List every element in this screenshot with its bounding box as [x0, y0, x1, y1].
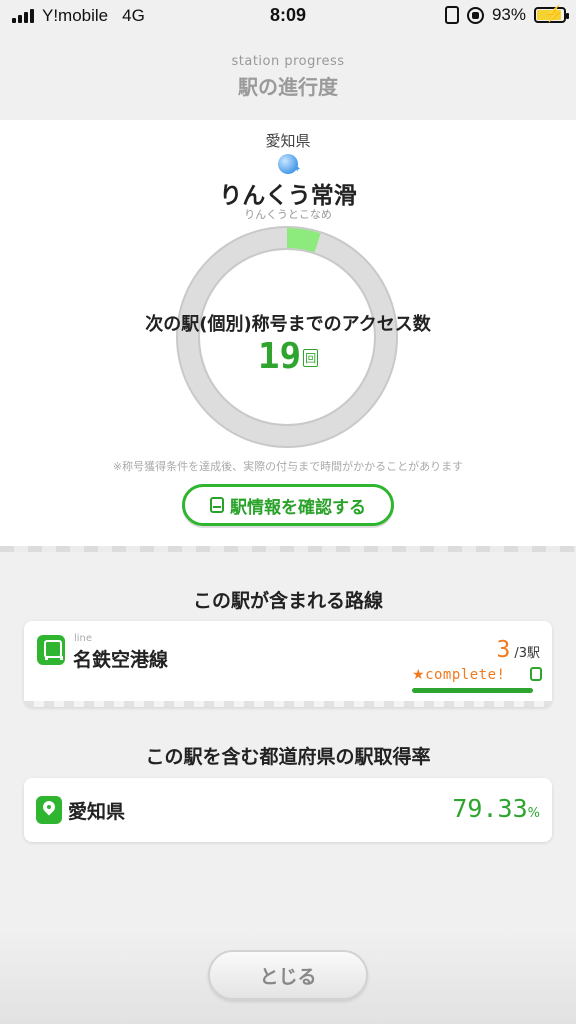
- portrait-lock-icon: [444, 6, 459, 24]
- star-icon: ★: [412, 667, 426, 683]
- station-name: りんくう常滑: [219, 183, 357, 209]
- station-prefecture: 愛知県: [265, 132, 311, 150]
- train-badge-icon: [530, 667, 542, 681]
- progress-remaining: 19: [257, 336, 302, 377]
- prefecture-rate-unit: %: [527, 806, 540, 821]
- page-header: station progress 駅の進行度: [0, 32, 576, 120]
- line-complete-text: ★complete!: [412, 667, 505, 683]
- footer: とじる: [0, 930, 576, 1024]
- progress-note: ※称号獲得条件を達成後、実際の付与まで時間がかかることがあります: [112, 460, 464, 473]
- page-subtitle: station progress: [231, 54, 345, 69]
- line-progress-bar: [412, 688, 533, 693]
- prefecture-rate-value: 79.33: [452, 794, 528, 823]
- progress-count: 19 回: [0, 336, 576, 377]
- station-progress-card: 愛知県 ✦ りんくう常滑 りんくうとこなめ 次の駅(個別)称号までのアクセス数 …: [0, 120, 576, 546]
- station-info-button-label: 駅情報を確認する: [230, 497, 366, 518]
- progress-unit: 回: [303, 349, 319, 367]
- battery-percent: 93%: [491, 5, 526, 24]
- sparkle-icon: ✦: [293, 164, 302, 175]
- train-line-icon: [37, 635, 65, 665]
- line-name: 名鉄空港線: [73, 649, 169, 671]
- rotation-lock-icon: [466, 6, 484, 24]
- line-tag: line: [74, 633, 93, 644]
- line-station-count: 3/3駅: [496, 637, 540, 663]
- map-pin-icon: [36, 796, 62, 824]
- page-title: 駅の進行度: [238, 75, 338, 99]
- line-card[interactable]: line 名鉄空港線 3/3駅 ★complete!: [24, 621, 552, 707]
- section-divider: [0, 546, 576, 552]
- station-info-button[interactable]: 駅情報を確認する: [182, 484, 394, 526]
- prefecture-section-title: この駅を含む都道府県の駅取得率: [145, 746, 431, 768]
- train-icon: [210, 497, 224, 513]
- close-button[interactable]: とじる: [208, 950, 368, 1000]
- status-bar: Y!mobile 4G 8:09 93% ⚡: [0, 0, 576, 32]
- prefecture-card[interactable]: 愛知県 79.33%: [24, 778, 552, 842]
- battery-icon: ⚡: [534, 6, 569, 23]
- station-kana: りんくうとこなめ: [244, 208, 332, 221]
- line-acquired: 3: [496, 637, 511, 663]
- progress-label: 次の駅(個別)称号までのアクセス数: [145, 314, 431, 335]
- charging-bolt-icon: ⚡: [544, 6, 564, 23]
- lines-section-title: この駅が含まれる路線: [192, 590, 383, 612]
- line-status: complete!: [425, 667, 506, 683]
- prefecture-name: 愛知県: [68, 801, 126, 823]
- line-complete-badge: ★complete!: [412, 667, 542, 693]
- line-total: /3駅: [514, 646, 540, 661]
- status-right: 93% ⚡: [444, 5, 569, 25]
- prefecture-rate: 79.33%: [452, 794, 540, 823]
